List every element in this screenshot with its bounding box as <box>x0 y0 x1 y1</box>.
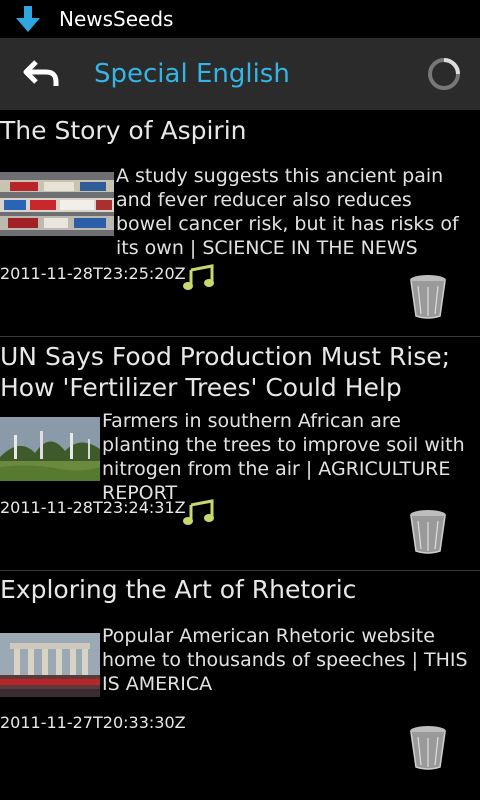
article-title[interactable]: The Story of Aspirin <box>0 115 478 146</box>
article-thumbnail[interactable] <box>0 417 100 481</box>
article-date: 2011-11-28T23:24:31Z <box>0 498 186 517</box>
article-title[interactable]: Exploring the Art of Rhetoric <box>0 574 478 605</box>
download-arrow-icon <box>16 6 40 32</box>
app-name: NewsSeeds <box>59 7 174 31</box>
trash-can-icon[interactable] <box>408 509 448 555</box>
loading-spinner-icon <box>428 58 460 90</box>
article-thumbnail[interactable] <box>0 172 114 236</box>
music-note-icon[interactable] <box>182 497 216 527</box>
article-item[interactable]: Exploring the Art of Rhetoric Popular Am… <box>0 571 480 800</box>
article-description: Popular American Rhetoric website home t… <box>102 625 468 695</box>
article-thumbnail[interactable] <box>0 633 100 697</box>
back-arrow-icon[interactable] <box>22 54 62 94</box>
article-date: 2011-11-28T23:25:20Z <box>0 264 186 283</box>
article-title[interactable]: UN Says Food Production Must Rise; How '… <box>0 341 478 403</box>
article-item[interactable]: The Story of Aspirin A study suggests th… <box>0 110 480 337</box>
article-description: A study suggests this ancient pain and f… <box>116 165 459 259</box>
article-description: Farmers in southern African are planting… <box>102 410 465 504</box>
action-bar: Special English <box>0 38 480 110</box>
action-bar-title: Special English <box>94 59 290 89</box>
status-bar: NewsSeeds <box>0 0 480 38</box>
article-date: 2011-11-27T20:33:30Z <box>0 713 186 732</box>
music-note-icon[interactable] <box>182 262 216 292</box>
article-item[interactable]: UN Says Food Production Must Rise; How '… <box>0 337 480 571</box>
trash-can-icon[interactable] <box>408 274 448 320</box>
trash-can-icon[interactable] <box>408 725 448 771</box>
